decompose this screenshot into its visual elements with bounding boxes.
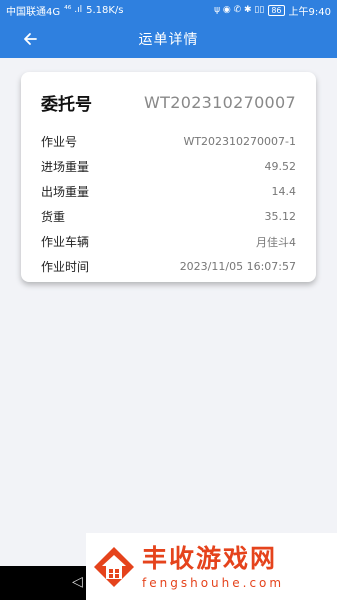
page-title: 运单详情	[138, 32, 199, 48]
detail-row: 货重 35.12	[41, 204, 296, 229]
detail-row: 出场重量 14.4	[41, 179, 296, 204]
watermark-name-cn: 丰收游戏网	[142, 543, 278, 573]
consignment-number: WT202310270007	[144, 92, 296, 112]
row-label: 进场重量	[41, 160, 90, 174]
row-value: 35.12	[264, 210, 297, 223]
row-value: 2023/11/05 16:07:57	[179, 260, 296, 273]
nav-back-button[interactable]: ◁	[72, 574, 83, 590]
carrier-label: 中国联通4G	[6, 6, 61, 18]
status-left: 中国联通4G ⁴⁶ .ıl 5.18K/s	[6, 3, 123, 18]
arrow-left-icon	[24, 33, 37, 45]
signal-icon: ⁴⁶ .ıl	[64, 5, 83, 15]
watermark: 丰收游戏网 fengshouhe.com	[86, 533, 337, 600]
row-value: WT202310270007-1	[183, 135, 296, 148]
status-icons: ψ ◉ ✆ ✱ ▯▯	[214, 5, 265, 15]
row-value: 月佳斗4	[256, 235, 296, 249]
consignment-label: 委托号	[41, 94, 92, 115]
detail-row: 作业车辆 月佳斗4	[41, 229, 296, 254]
card-header: 委托号 WT202310270007	[41, 72, 296, 132]
watermark-text: 丰收游戏网 fengshouhe.com	[142, 544, 284, 590]
detail-list: 作业号 WT202310270007-1 进场重量 49.52 出场重量 14.…	[41, 129, 296, 279]
detail-row: 作业号 WT202310270007-1	[41, 129, 296, 154]
detail-row: 作业时间 2023/11/05 16:07:57	[41, 254, 296, 279]
waybill-card: 委托号 WT202310270007 作业号 WT202310270007-1 …	[21, 72, 316, 282]
row-value: 49.52	[264, 160, 297, 173]
row-label: 货重	[41, 210, 66, 224]
status-bar: 中国联通4G ⁴⁶ .ıl 5.18K/s ψ ◉ ✆ ✱ ▯▯ 86 上午9:…	[0, 0, 337, 20]
row-label: 作业时间	[41, 260, 90, 274]
app-bar: 运单详情	[0, 20, 337, 58]
back-button[interactable]	[18, 27, 42, 51]
row-label: 作业号	[41, 135, 78, 149]
clock: 上午9:40	[288, 6, 331, 18]
row-label: 作业车辆	[41, 235, 90, 249]
status-right: ψ ◉ ✆ ✱ ▯▯ 86 上午9:40	[214, 3, 331, 18]
house-logo-icon	[94, 546, 134, 587]
battery-icon: 86	[268, 4, 285, 16]
detail-row: 进场重量 49.52	[41, 154, 296, 179]
row-value: 14.4	[271, 185, 297, 198]
row-label: 出场重量	[41, 185, 90, 199]
watermark-name-en: fengshouhe.com	[142, 575, 285, 590]
network-speed: 5.18K/s	[86, 4, 124, 16]
